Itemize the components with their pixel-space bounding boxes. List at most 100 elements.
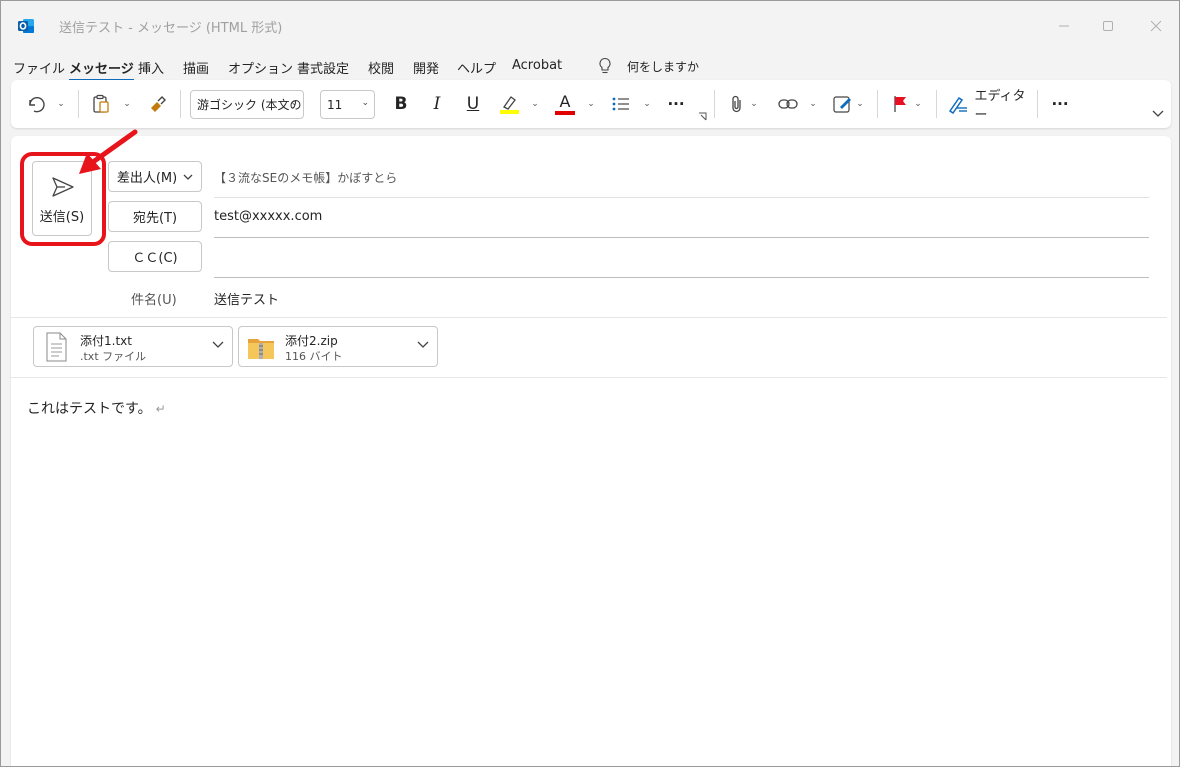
outlook-message-window: 送信テスト - メッセージ (HTML 形式) ファイル メッセージ 挿入 描画… (0, 0, 1180, 767)
editor-button[interactable]: エディター (947, 89, 1037, 123)
font-size-select[interactable]: 11 ⌄ (320, 90, 375, 119)
bold-button[interactable]: B (389, 92, 413, 116)
dialog-launcher-icon[interactable] (698, 112, 707, 121)
zip-folder-icon (248, 339, 274, 359)
text-file-icon (46, 332, 67, 362)
compose-pane: 送信(S) 差出人(M) 【３流なSEのメモ帳】かぼすとら 宛先(T) test… (11, 136, 1171, 766)
chevron-down-icon[interactable] (212, 340, 224, 350)
menu-draw[interactable]: 描画 (183, 58, 209, 77)
paste-button[interactable] (89, 92, 113, 116)
chevron-down-icon[interactable] (417, 340, 429, 350)
attachment-name: 添付1.txt (80, 334, 132, 348)
from-underline (214, 197, 1149, 198)
menu-format[interactable]: 書式設定 (297, 58, 349, 77)
signature-dropdown[interactable]: ⌄ (854, 92, 866, 116)
ribbon-toolbar: ⌄ ⌄ 游ゴシック (本文の ⌄ 11 ⌄ B I U ⌄ A ⌄ ⌄ ··· … (11, 80, 1171, 128)
format-painter-button[interactable] (145, 92, 169, 116)
chevron-down-icon: ⌄ (809, 99, 817, 109)
paperclip-icon (732, 95, 741, 113)
chevron-down-icon: ⌄ (856, 99, 864, 109)
attach-dropdown[interactable]: ⌄ (748, 92, 760, 116)
to-underline (214, 237, 1149, 238)
attachment-item[interactable]: 添付2.zip 116 バイト (238, 326, 438, 367)
menu-message[interactable]: メッセージ (69, 58, 134, 81)
font-color-letter: A (559, 91, 571, 111)
minimize-button[interactable] (1051, 13, 1077, 39)
highlight-dropdown[interactable]: ⌄ (529, 92, 541, 116)
cc-label: ＣＣ(C) (132, 251, 178, 266)
menu-developer[interactable]: 開発 (413, 58, 439, 77)
maximize-button[interactable] (1095, 13, 1121, 39)
undo-dropdown[interactable]: ⌄ (55, 92, 67, 116)
separator (1037, 90, 1038, 118)
menu-file[interactable]: ファイル (13, 58, 65, 77)
chevron-down-icon (183, 174, 193, 180)
undo-button[interactable] (23, 92, 47, 116)
highlighter-icon (500, 96, 519, 114)
clipboard-icon (93, 94, 109, 113)
header-divider (11, 317, 1167, 318)
editor-pen-icon (948, 96, 967, 114)
cc-underline (214, 277, 1149, 278)
menu-acrobat[interactable]: Acrobat (512, 58, 562, 73)
maximize-icon (1103, 21, 1113, 31)
bullets-button[interactable] (609, 92, 633, 116)
title-bar: 送信テスト - メッセージ (HTML 形式) (1, 1, 1179, 49)
menu-help[interactable]: ヘルプ (457, 58, 496, 77)
undo-icon (29, 97, 45, 113)
menu-options[interactable]: オプション (228, 58, 293, 77)
bullets-dropdown[interactable]: ⌄ (641, 92, 653, 116)
separator (78, 90, 79, 118)
attachment-item[interactable]: 添付1.txt .txt ファイル (33, 326, 233, 367)
paste-dropdown[interactable]: ⌄ (121, 92, 133, 116)
attachment-detail: 116 バイト (285, 350, 343, 363)
separator (714, 90, 715, 118)
subject-field[interactable]: 送信テスト (214, 289, 279, 308)
more-commands-button[interactable]: ··· (1047, 92, 1073, 116)
chevron-down-icon: ⌄ (123, 99, 131, 109)
close-icon (1150, 20, 1162, 32)
subject-label: 件名(U) (131, 293, 177, 308)
link-button[interactable] (775, 92, 801, 116)
font-name-value: 游ゴシック (本文の (197, 98, 302, 112)
font-size-value: 11 (327, 97, 343, 112)
ribbon-expand-button[interactable] (1149, 102, 1167, 126)
to-field[interactable]: test@xxxxx.com (214, 209, 322, 224)
flag-dropdown[interactable]: ⌄ (912, 92, 924, 116)
minimize-icon (1059, 25, 1069, 27)
flag-icon (894, 96, 906, 112)
close-button[interactable] (1143, 13, 1169, 39)
signature-pen-icon (833, 96, 851, 113)
follow-up-flag-button[interactable] (889, 92, 911, 116)
font-color-swatch (555, 110, 575, 115)
message-body[interactable]: これはテストです。 ↵ (27, 398, 166, 418)
window-title: 送信テスト - メッセージ (HTML 形式) (59, 21, 283, 36)
paintbrush-icon (151, 96, 166, 112)
attach-file-button[interactable] (725, 92, 749, 116)
italic-button[interactable]: I (425, 92, 449, 116)
font-name-select[interactable]: 游ゴシック (本文の ⌄ (190, 90, 304, 119)
more-text-options-button[interactable]: ··· (663, 92, 689, 116)
chevron-down-icon: ⌄ (57, 99, 65, 109)
link-dropdown[interactable]: ⌄ (807, 92, 819, 116)
from-value: 【３流なSEのメモ帳】かぼすとら (214, 171, 398, 185)
cc-button[interactable]: ＣＣ(C) (108, 241, 202, 272)
tell-me-search[interactable]: 何をしますか (627, 58, 699, 75)
font-color-button[interactable]: A (553, 92, 577, 116)
signature-button[interactable] (831, 92, 855, 116)
underline-button[interactable]: U (461, 92, 485, 116)
editor-label: エディター (974, 89, 1026, 123)
paragraph-mark: ↵ (155, 402, 166, 416)
message-body-text: これはテストです。 (27, 401, 152, 417)
font-color-dropdown[interactable]: ⌄ (585, 92, 597, 116)
menu-bar: ファイル メッセージ 挿入 描画 オプション 書式設定 校閲 開発 ヘルプ Ac… (1, 55, 1179, 81)
chevron-down-icon: ⌄ (361, 98, 369, 108)
menu-review[interactable]: 校閲 (368, 58, 394, 77)
lightbulb-icon (599, 57, 611, 74)
highlight-button[interactable] (497, 92, 521, 116)
chevron-down-icon: ⌄ (290, 98, 298, 108)
to-label: 宛先(T) (132, 211, 178, 226)
menu-insert[interactable]: 挿入 (138, 58, 164, 77)
bullet-list-icon (612, 97, 629, 111)
to-button[interactable]: 宛先(T) (108, 201, 202, 232)
